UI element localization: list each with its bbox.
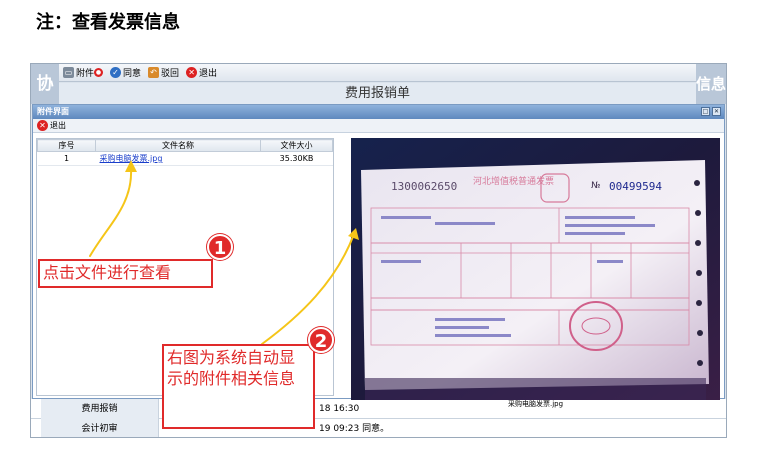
maximize-icon[interactable]: □	[701, 107, 710, 116]
step-badge-2: 2	[308, 327, 334, 353]
approval-row: 会计初审 19 09:23 同意。	[31, 419, 726, 437]
background-toolbar: ▭ 附件 ● ✓ 同意 ↶ 驳回 ✕ 退出	[59, 64, 696, 82]
return-icon: ↶	[148, 67, 160, 78]
invoice-code: 1300062650	[391, 180, 457, 193]
dialog-exit-label: 退出	[50, 121, 66, 130]
background-info-tab[interactable]: 信息	[696, 64, 726, 104]
file-table: 序号 文件名称 文件大小 1 采购电脑发票.jpg 35.30KB	[37, 139, 333, 166]
invoice-number: 00499594	[609, 180, 662, 193]
approval-row-label: 会计初审	[41, 419, 159, 437]
exit-icon: ✕	[37, 120, 48, 131]
background-side-label: 协	[31, 64, 59, 104]
exit-icon: ✕	[186, 67, 198, 78]
column-header-size: 文件大小	[260, 139, 333, 152]
return-button[interactable]: ↶ 驳回	[148, 66, 179, 79]
approval-row-label: 费用报销	[41, 399, 159, 419]
note-title: 注：查看发票信息	[36, 12, 180, 33]
invoice-no-label: №	[591, 181, 600, 191]
attachment-count-badge-icon: ●	[94, 68, 104, 77]
callout-click-file: 点击文件进行查看	[38, 259, 213, 288]
column-header-index: 序号	[37, 139, 96, 152]
printer-icon: ▭	[63, 67, 74, 78]
approval-row-value: 19 09:23 同意。	[319, 424, 390, 434]
table-row: 1 采购电脑发票.jpg 35.30KB	[37, 151, 333, 166]
dialog-title: 附件界面	[37, 107, 69, 116]
dialog-toolbar: ✕ 退出	[33, 119, 724, 133]
attachment-preview: 1300062650 河北增值税普通发票 № 00499594	[351, 138, 720, 400]
attachment-label: 附件	[76, 69, 95, 79]
file-index: 1	[37, 151, 96, 166]
callout-preview-info: 右图为系统自动显示的附件相关信息	[162, 344, 315, 429]
app-screenshot: 协 ▭ 附件 ● ✓ 同意 ↶ 驳回 ✕ 退出 信息 费用报销单 费用报销 18…	[30, 63, 727, 438]
file-link[interactable]: 采购电脑发票.jpg	[100, 154, 163, 163]
dialog-title-bar: 附件界面 □ ✕	[33, 105, 724, 119]
preview-caption: 采购电脑发票.jpg	[507, 400, 564, 408]
step-badge-1: 1	[207, 234, 233, 260]
attachment-dialog: 附件界面 □ ✕ ✕ 退出 序号 文件名称 文件大小 1 采购电脑发票.jpg …	[32, 104, 725, 408]
return-label: 驳回	[161, 69, 180, 79]
approve-label: 同意	[123, 69, 142, 79]
attachment-button[interactable]: ▭ 附件 ●	[63, 66, 104, 79]
invoice-photo: 1300062650 河北增值税普通发票 № 00499594	[351, 138, 720, 400]
approve-icon: ✓	[110, 67, 122, 78]
approve-button[interactable]: ✓ 同意	[110, 66, 141, 79]
form-title: 费用报销单	[59, 83, 696, 104]
exit-button[interactable]: ✕ 退出	[186, 66, 217, 79]
file-size: 35.30KB	[260, 151, 333, 166]
exit-label: 退出	[199, 69, 218, 79]
dialog-exit-button[interactable]: ✕ 退出	[37, 120, 66, 131]
column-header-name: 文件名称	[95, 139, 261, 152]
close-icon[interactable]: ✕	[712, 107, 721, 116]
